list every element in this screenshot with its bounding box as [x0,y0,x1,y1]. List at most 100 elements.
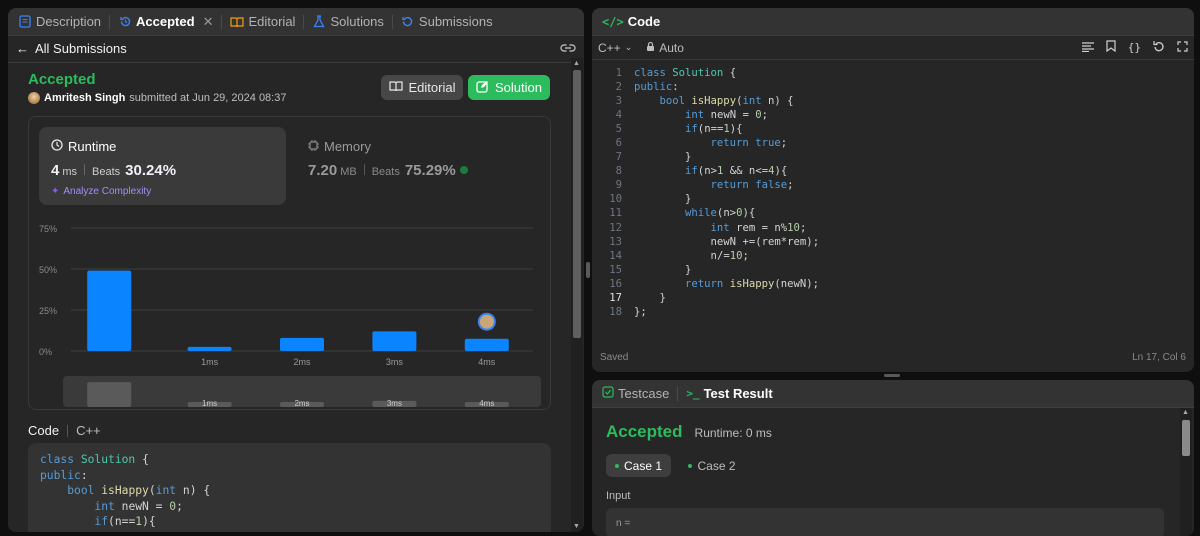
editor-line[interactable]: 13 newN +=(rem*rem); [592,235,1194,249]
tab-code[interactable]: </> Code [598,8,664,36]
horizontal-resize-handle[interactable] [884,374,900,377]
editor-line[interactable]: 9 return false; [592,178,1194,192]
input-variable: n = [616,518,631,529]
avatar[interactable] [28,92,40,104]
test-scrollbar[interactable]: ▲ [1180,408,1192,536]
tab-description[interactable]: Description [14,8,105,36]
auto-mode[interactable]: Auto [646,41,684,55]
scrollbar-thumb[interactable] [1182,420,1190,456]
scroll-down-icon[interactable]: ▼ [573,523,580,530]
editor-line[interactable]: 1 class Solution { [592,66,1194,80]
case-1-tab[interactable]: Case 1 [606,454,671,477]
bar [464,338,509,351]
x-tick-label: 1ms [201,357,219,367]
tab-testcase[interactable]: Testcase [598,380,673,408]
editor-line[interactable]: 16 return isHappy(newN); [592,277,1194,291]
scrollbar-thumb[interactable] [573,70,581,338]
code-preview: class Solution {public: bool isHappy(int… [28,443,551,532]
input-label: Input [606,490,631,502]
overview-tick-label: 3ms [387,399,402,408]
input-box: n = [606,508,1164,536]
code-line: class Solution { [40,453,149,466]
tab-testcase-label: Testcase [618,386,670,401]
editor-line[interactable]: 12 int rem = n%10; [592,221,1194,235]
code-line: public: [40,468,88,482]
tab-divider [303,14,305,29]
vertical-resize-handle[interactable] [586,262,590,278]
stats-container: Runtime 4 ms Beats 30.24% ✦ Analyze Comp… [28,116,551,410]
x-tick-label: 2ms [293,357,311,367]
case-2-tab[interactable]: Case 2 [682,454,742,477]
editor-line[interactable]: 8 if(n>1 && n<=4){ [592,164,1194,178]
user-name[interactable]: Amritesh Singh [44,92,125,104]
overview-bar [87,382,132,407]
language-value: C++ [598,40,621,55]
braces-icon[interactable]: {} [1128,41,1141,54]
tab-test-result-label: Test Result [703,386,773,401]
tab-accepted[interactable]: Accepted ✕ [114,8,217,36]
line-number: 9 [615,179,622,192]
back-label: All Submissions [35,40,127,56]
language-select[interactable]: C++ ⌄ [598,41,632,55]
editor-line[interactable]: 6 return true; [592,136,1194,150]
line-code: n/=10; [710,249,749,262]
saved-status: Saved [600,352,629,363]
overview-tick-label: 4ms [479,399,494,408]
editor-tab-bar: </> Code [592,8,1194,36]
book-icon [230,15,245,29]
bar [372,331,417,351]
lock-icon [646,41,655,55]
left-scrollbar[interactable]: ▲ ▼ [571,58,583,532]
code-header: Code C++ [28,423,101,438]
code-label: Code [28,423,60,438]
editor-line[interactable]: 10 } [592,192,1194,206]
editor-line[interactable]: 11 while(n>0){ [592,206,1194,220]
line-number: 1 [615,67,622,79]
scroll-up-icon[interactable]: ▲ [573,60,580,67]
line-code: if(n==1){ [685,123,743,136]
bar [87,270,132,351]
editor-line[interactable]: 2 public: [592,80,1194,94]
line-code: bool isHappy(int n) { [659,95,794,108]
reset-icon[interactable] [1153,40,1165,55]
editor-line[interactable]: 5 if(n==1){ [592,122,1194,136]
runtime-distribution-chart[interactable]: 75% 50% 25% 0% 1ms 2ms 3ms 4ms 1ms 2ms 3ms 4ms [29,117,552,411]
editor-line[interactable]: 3 bool isHappy(int n) { [592,94,1194,108]
chevron-down-icon: ⌄ [624,42,633,52]
code-lang: C++ [76,423,101,438]
tab-accepted-label: Accepted [136,14,195,29]
line-code: }; [634,305,647,318]
link-icon[interactable] [560,41,576,56]
editor-line[interactable]: 15 } [592,263,1194,277]
code-line: if(n==1){ [94,515,156,528]
editor-line[interactable]: 7 } [592,150,1194,164]
format-icon[interactable] [1081,40,1094,55]
tab-test-result[interactable]: >_ Test Result [682,380,776,408]
tab-editorial[interactable]: Editorial [226,8,299,36]
editor-line[interactable]: 18}; [592,305,1194,319]
scroll-up-icon[interactable]: ▲ [1182,409,1189,416]
tab-solutions[interactable]: Solutions [308,8,387,36]
status-title: Accepted [28,71,96,88]
back-to-submissions[interactable]: ← All Submissions [16,41,127,56]
bookmark-icon[interactable] [1106,40,1116,55]
line-number: 8 [615,165,622,178]
solution-button[interactable]: Solution [468,75,550,100]
editor-line[interactable]: 17 } [592,291,1194,305]
code-area[interactable]: 1 class Solution {2 public: 3 bool isHappy(… [592,66,1194,336]
tab-submissions[interactable]: Submissions [397,8,497,36]
close-tab-icon[interactable]: ✕ [203,14,214,30]
auto-label: Auto [659,40,684,55]
editor-line[interactable]: 14 n/=10; [592,249,1194,263]
editor-line[interactable]: 4 int newN = 0; [592,108,1194,122]
overview-tick-label: 1ms [202,399,217,408]
result-status: Accepted [606,422,683,441]
tab-divider [677,386,679,401]
pass-dot-icon [614,463,619,468]
line-code: class Solution { [634,67,737,79]
line-number: 2 [615,81,622,94]
editorial-button[interactable]: Editorial [381,75,463,100]
bar [187,346,232,351]
pass-dot-icon [688,463,693,468]
expand-icon[interactable] [1177,40,1188,55]
